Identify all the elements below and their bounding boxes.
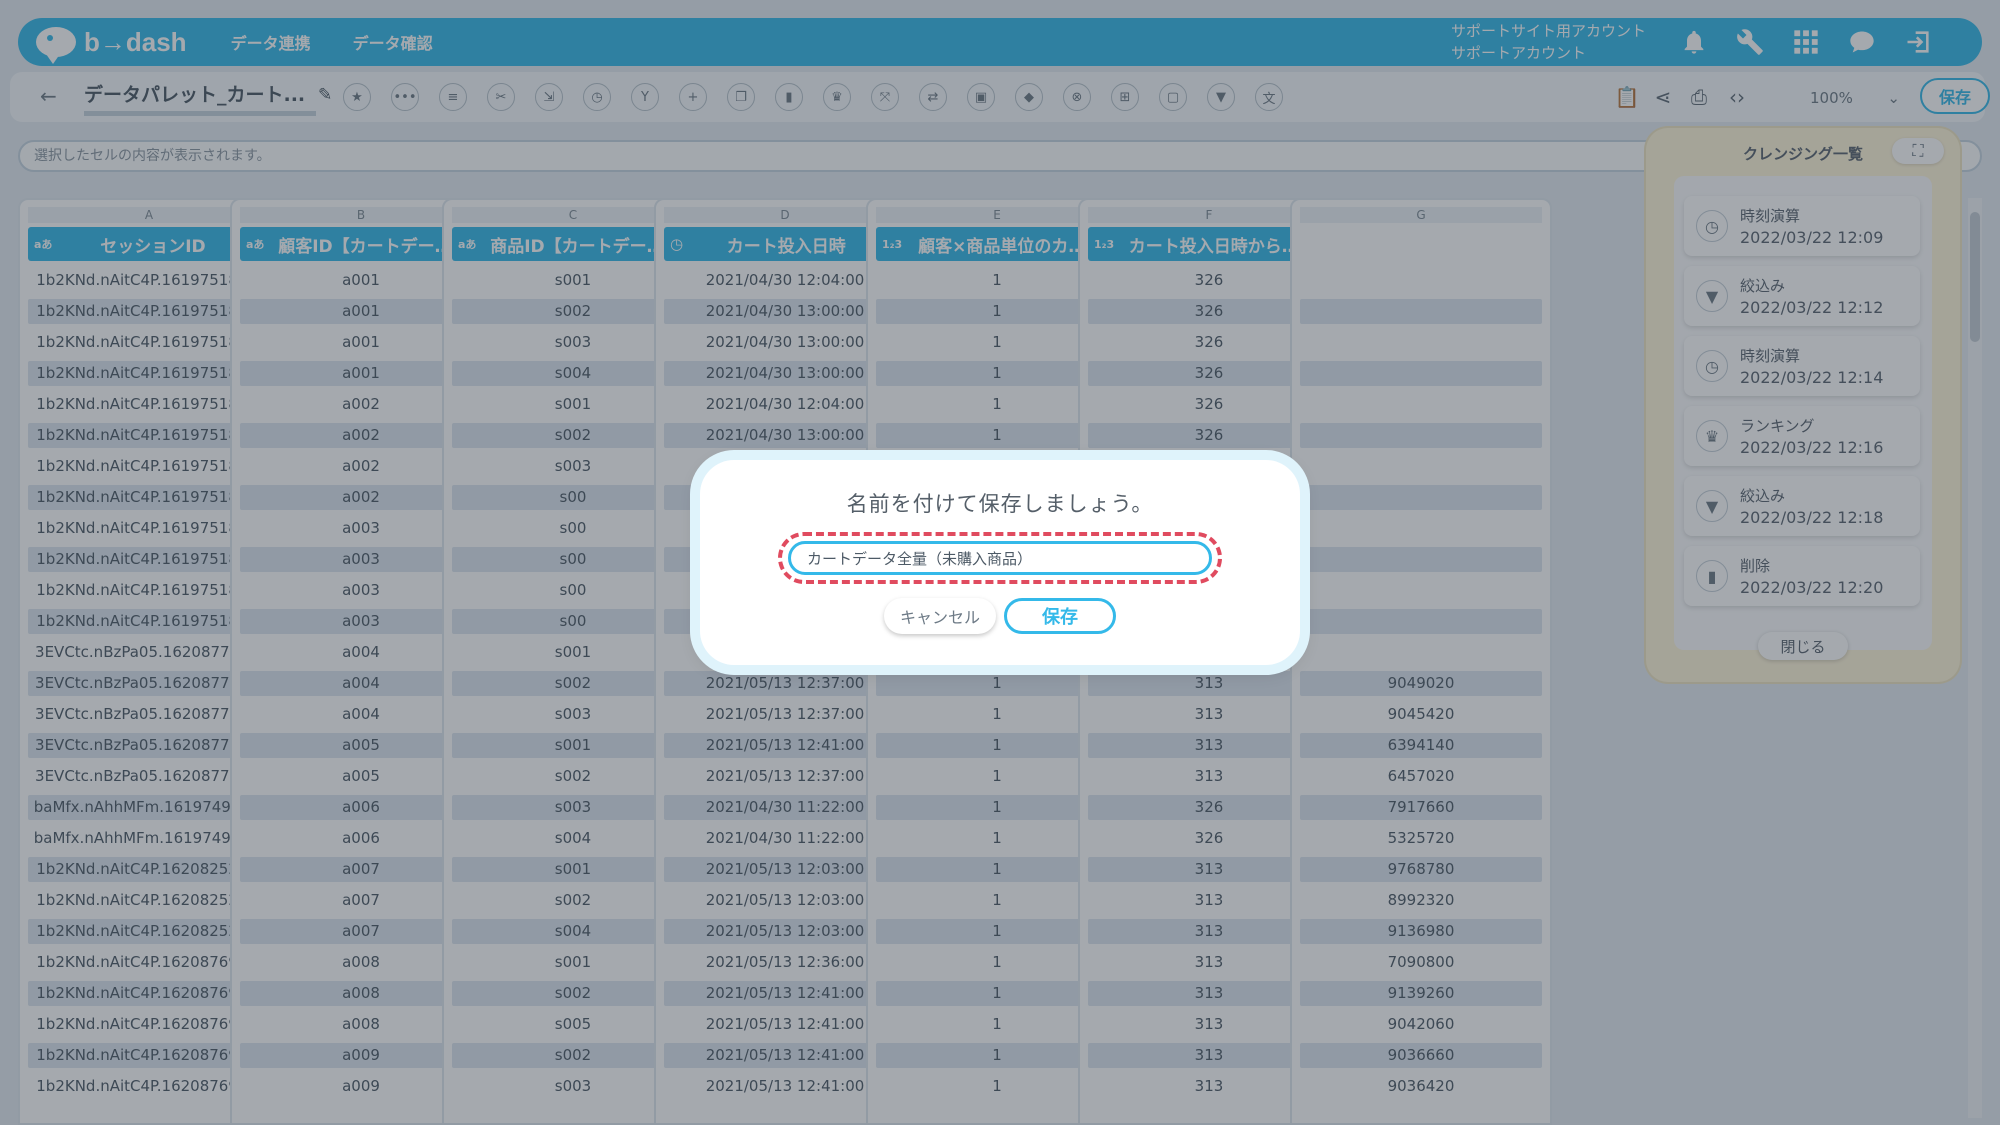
cancel-button[interactable]: キャンセル xyxy=(884,598,996,634)
name-input[interactable] xyxy=(788,541,1212,575)
save-name-dialog: 名前を付けて保存しましょう。 キャンセル 保存 xyxy=(700,460,1300,665)
save-dialog-button[interactable]: 保存 xyxy=(1004,598,1116,634)
dialog-title: 名前を付けて保存しましょう。 xyxy=(846,492,1154,516)
highlight-outline xyxy=(778,532,1222,584)
